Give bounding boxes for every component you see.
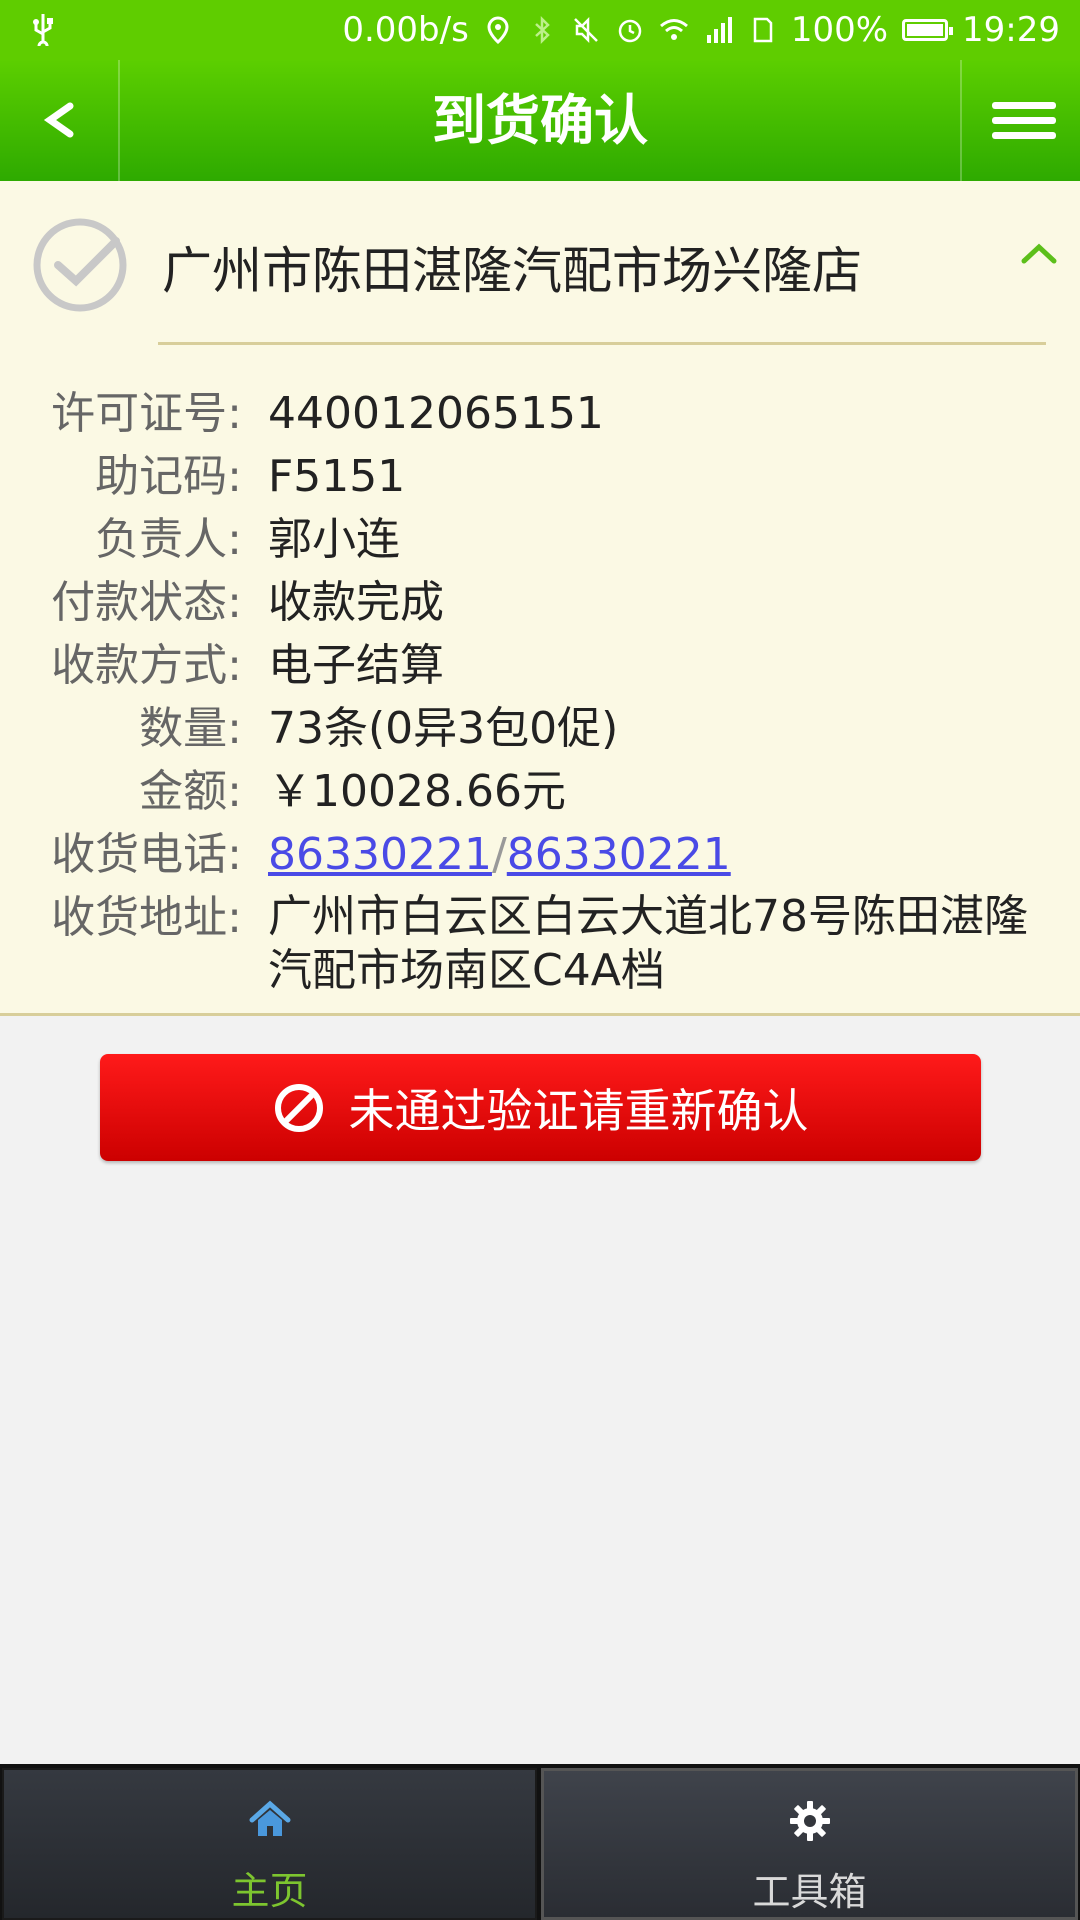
battery-percent: 100% bbox=[790, 10, 889, 50]
chevron-up-icon[interactable] bbox=[1020, 239, 1058, 267]
reconfirm-button[interactable]: 未通过验证请重新确认 bbox=[100, 1054, 981, 1161]
address-label: 收货地址: bbox=[51, 892, 242, 943]
amount-label: 金额: bbox=[139, 766, 242, 817]
sim-icon bbox=[753, 17, 773, 43]
net-speed: 0.00b/s bbox=[342, 10, 469, 50]
tab-tools[interactable]: 工具箱 bbox=[541, 1768, 1078, 1920]
phone-label: 收货电话: bbox=[51, 829, 242, 880]
phone-link-2[interactable]: 86330221 bbox=[507, 829, 731, 880]
home-icon bbox=[249, 1800, 290, 1836]
clock: 19:29 bbox=[962, 10, 1060, 50]
tab-home[interactable]: 主页 bbox=[2, 1768, 537, 1920]
wifi-icon bbox=[659, 19, 688, 40]
mnemonic-label: 助记码: bbox=[95, 451, 242, 502]
divider bbox=[158, 342, 1046, 345]
status-bar: 0.00b/s 100% 19:29 bbox=[0, 0, 1080, 60]
phone-separator: / bbox=[491, 829, 507, 880]
phone-values: 86330221/86330221 bbox=[268, 827, 1070, 883]
reconfirm-label: 未通过验证请重新确认 bbox=[348, 1083, 809, 1138]
page-title: 到货确认 bbox=[432, 89, 648, 152]
payment-status-label: 付款状态: bbox=[51, 577, 242, 628]
payment-method-value: 电子结算 bbox=[268, 640, 444, 691]
license-label: 许可证号: bbox=[51, 388, 242, 439]
bluetooth-icon bbox=[534, 15, 550, 45]
alarm-icon bbox=[618, 19, 642, 43]
chevron-left-icon bbox=[43, 102, 74, 138]
manager-label: 负责人: bbox=[95, 514, 242, 565]
store-name[interactable]: 广州市陈田湛隆汽配市场兴隆店 bbox=[162, 231, 862, 303]
usb-icon bbox=[28, 12, 58, 55]
amount-value: ￥10028.66元 bbox=[268, 766, 566, 817]
battery-icon bbox=[902, 19, 954, 41]
license-value: 440012065151 bbox=[268, 388, 604, 439]
mnemonic-value: F5151 bbox=[268, 451, 406, 502]
tab-home-label: 主页 bbox=[231, 1869, 308, 1913]
back-button[interactable] bbox=[0, 60, 120, 181]
check-circle-icon bbox=[33, 218, 127, 312]
manager-value: 郭小连 bbox=[268, 514, 400, 565]
mute-icon bbox=[573, 16, 598, 44]
signal-icon bbox=[706, 17, 732, 43]
menu-button[interactable] bbox=[960, 60, 1080, 181]
bottom-nav: 主页 工具箱 bbox=[0, 1764, 1080, 1920]
prohibited-icon bbox=[274, 1083, 323, 1132]
hamburger-menu-icon bbox=[992, 102, 1056, 139]
address-value: 广州市白云区白云大道北78号陈田湛隆汽配市场南区C4A档 bbox=[268, 891, 1028, 996]
tab-tools-label: 工具箱 bbox=[752, 1870, 867, 1914]
payment-status-value: 收款完成 bbox=[268, 577, 444, 628]
store-card: 广州市陈田湛隆汽配市场兴隆店 许可证号: 440012065151 助记码: F… bbox=[0, 181, 1080, 1016]
gear-icon bbox=[789, 1801, 830, 1841]
app-header: 到货确认 bbox=[0, 60, 1080, 181]
quantity-value: 73条(0异3包0促) bbox=[268, 703, 619, 754]
phone-link-1[interactable]: 86330221 bbox=[268, 829, 492, 880]
location-icon bbox=[487, 16, 509, 45]
quantity-label: 数量: bbox=[139, 703, 242, 754]
payment-method-label: 收款方式: bbox=[51, 640, 242, 691]
